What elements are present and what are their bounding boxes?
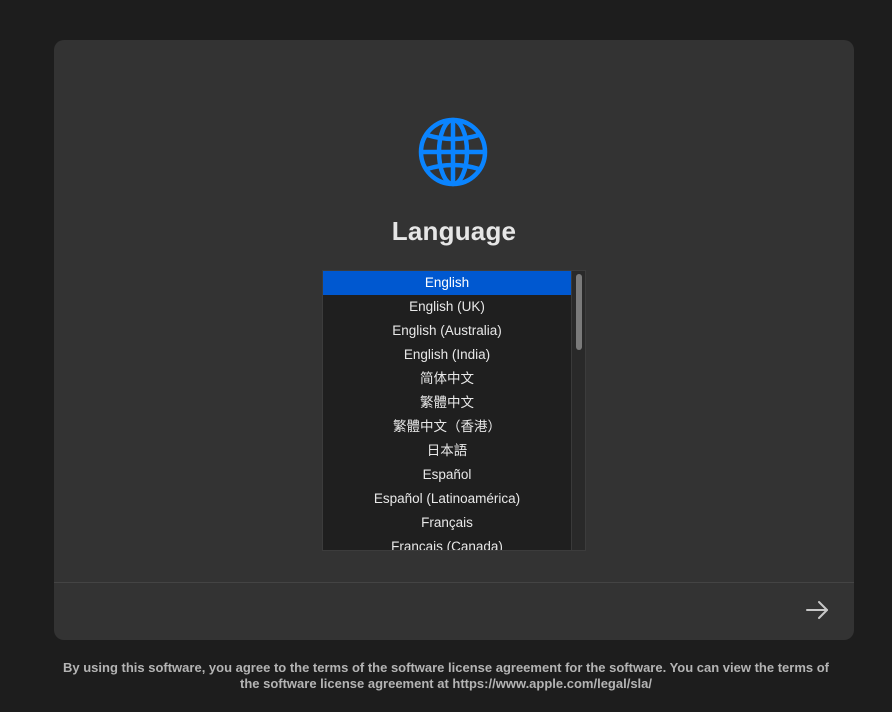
list-item[interactable]: Español <box>323 463 571 487</box>
arrow-right-icon <box>806 601 828 619</box>
scrollbar-thumb[interactable] <box>576 274 582 350</box>
scrollbar[interactable] <box>571 271 585 550</box>
setup-window: Language English English (UK) English (Aus… <box>54 40 854 640</box>
list-item-selected[interactable]: English <box>323 271 571 295</box>
list-item[interactable]: 简体中文 <box>323 367 571 391</box>
list-item[interactable]: Français (Canada) <box>323 535 571 550</box>
list-item[interactable]: 繁體中文（香港） <box>323 415 571 439</box>
next-arrow-button[interactable] <box>802 595 832 625</box>
list-item[interactable]: Français <box>323 511 571 535</box>
language-list[interactable]: English English (UK) English (Australia) En… <box>322 270 586 551</box>
list-item[interactable]: 日本語 <box>323 439 571 463</box>
globe-icon <box>418 117 488 187</box>
list-item[interactable]: English (UK) <box>323 295 571 319</box>
list-item[interactable]: English (Australia) <box>323 319 571 343</box>
list-item[interactable]: English (India) <box>323 343 571 367</box>
list-item[interactable]: Español (Latinoamérica) <box>323 487 571 511</box>
language-list-items: English English (UK) English (Australia) En… <box>323 271 571 550</box>
license-agreement-text: By using this software, you agree to the… <box>63 660 829 691</box>
list-item[interactable]: 繁體中文 <box>323 391 571 415</box>
footer-divider <box>54 582 854 583</box>
page-title: Language <box>391 216 517 246</box>
